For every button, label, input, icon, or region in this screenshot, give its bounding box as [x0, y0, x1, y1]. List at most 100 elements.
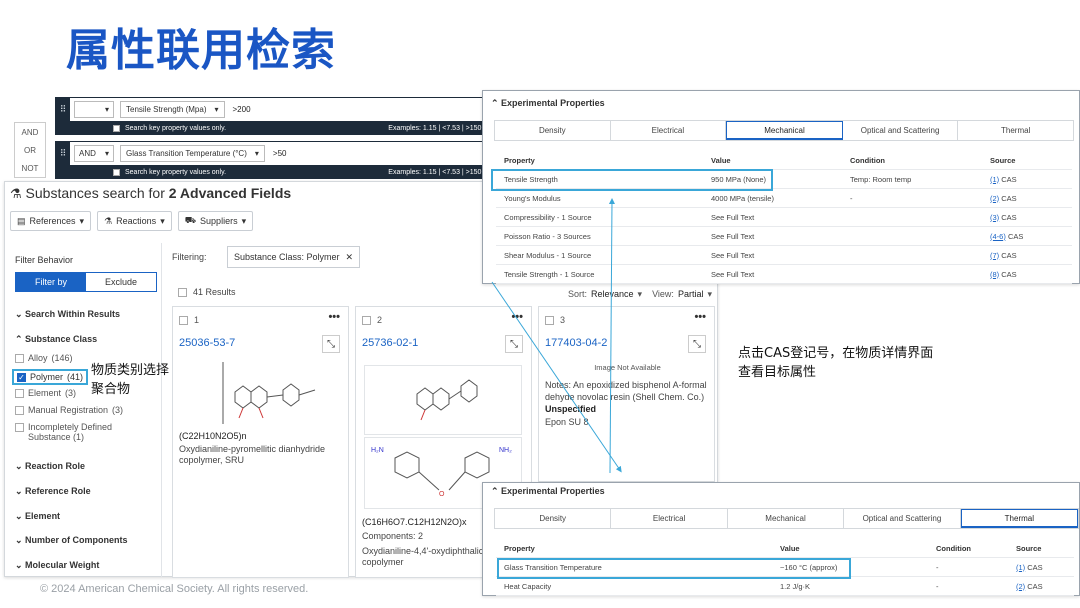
- source-cell: (4-6) CAS: [990, 232, 1023, 241]
- suppliers-button[interactable]: ⛟ Suppliers ▾: [177, 211, 254, 231]
- substance-name: Oxydianiline-pyromellitic dianhydride co…: [179, 444, 326, 465]
- filter-chip[interactable]: Substance Class: Polymer ✕: [227, 246, 361, 268]
- tab-optical[interactable]: Optical and Scattering: [843, 121, 959, 140]
- drag-handle-icon[interactable]: ⠿: [56, 98, 70, 121]
- exclude-button[interactable]: Exclude: [86, 273, 156, 291]
- query-row-1: ⠿ ▾ Tensile Strength (Mpa) ▾ >200: [55, 97, 497, 122]
- checkbox[interactable]: [15, 354, 24, 363]
- value-input-1[interactable]: >200: [233, 105, 251, 114]
- tab-thermal[interactable]: Thermal: [958, 121, 1073, 140]
- source-cell: (1) CAS: [1016, 563, 1043, 572]
- facet-molecular-weight[interactable]: ⌄ Molecular Weight: [15, 560, 99, 571]
- value-cell: See Full Text: [711, 269, 755, 279]
- references-button[interactable]: ▤ References ▾: [10, 211, 92, 231]
- key-values-checkbox-2[interactable]: [113, 169, 120, 176]
- source-link[interactable]: (8): [990, 270, 999, 279]
- operator-select-2[interactable]: AND ▾: [74, 145, 114, 162]
- more-options-icon[interactable]: •••: [328, 311, 340, 323]
- connector-arrow: [491, 281, 622, 473]
- filter-sidebar: Filter Behavior Filter by Exclude ⌄ Sear…: [9, 243, 162, 577]
- query-hint-row-1: Search key property values only. Example…: [55, 122, 497, 135]
- expand-icon[interactable]: ⤡: [322, 335, 340, 353]
- operator-select-1[interactable]: ▾: [74, 101, 114, 118]
- table-row: Shear Modulus - 1 Source See Full Text (7)…: [496, 246, 1072, 265]
- query-hint-row-2: Search key property values only. Example…: [55, 166, 497, 179]
- card-checkbox[interactable]: [179, 316, 188, 325]
- value-input-2[interactable]: >50: [273, 149, 287, 158]
- source-label: CAS: [1001, 269, 1017, 279]
- tab-mechanical[interactable]: Mechanical: [726, 121, 843, 140]
- facet-substance-class[interactable]: ⌃ Substance Class: [15, 334, 97, 345]
- facet-reference-role[interactable]: ⌄ Reference Role: [15, 486, 91, 497]
- logic-or[interactable]: OR: [24, 146, 36, 155]
- source-link[interactable]: (7): [990, 251, 999, 260]
- drag-handle-icon[interactable]: ⠿: [56, 142, 70, 165]
- substances-icon: ⚗: [10, 186, 22, 201]
- cas-link[interactable]: 25036-53-7: [179, 337, 235, 349]
- value-cell: See Full Text: [711, 250, 755, 260]
- option-incompletely-defined[interactable]: Incompletely Defined Substance (1): [15, 422, 135, 442]
- source-link[interactable]: (2): [1016, 582, 1025, 591]
- tab-electrical[interactable]: Electrical: [611, 509, 728, 528]
- chevron-down-icon: ▾: [79, 215, 85, 226]
- filter-behavior-toggle: Filter by Exclude: [15, 272, 157, 292]
- field-select-2[interactable]: Glass Transition Temperature (°C) ▾: [120, 145, 265, 162]
- tab-thermal[interactable]: Thermal: [960, 509, 1079, 528]
- facet-search-within[interactable]: ⌄ Search Within Results: [15, 309, 120, 320]
- chevron-down-icon: ▾: [104, 105, 109, 114]
- more-options-icon[interactable]: •••: [694, 311, 706, 323]
- close-icon[interactable]: ✕: [346, 252, 354, 263]
- facet-element[interactable]: ⌄ Element: [15, 511, 60, 522]
- logic-operator-list[interactable]: AND OR NOT: [14, 122, 46, 178]
- option-alloy[interactable]: Alloy (146): [15, 353, 73, 363]
- source-link[interactable]: (1): [990, 175, 999, 184]
- source-cell: (8) CAS: [990, 270, 1017, 279]
- source-cell: (2) CAS: [1016, 582, 1043, 591]
- facet-reaction-role[interactable]: ⌄ Reaction Role: [15, 461, 85, 472]
- checkbox-checked-icon[interactable]: ✓: [17, 373, 26, 382]
- source-link[interactable]: (3): [990, 213, 999, 222]
- view-select[interactable]: Partial: [678, 289, 704, 300]
- panel-title[interactable]: ⌃ Experimental Properties: [491, 98, 605, 109]
- tab-density[interactable]: Density: [495, 509, 612, 528]
- source-link[interactable]: (4-6): [990, 232, 1006, 241]
- condition-cell: -: [850, 193, 853, 203]
- components-count: Components: 2: [362, 531, 424, 541]
- source-label: CAS: [1001, 212, 1017, 222]
- table-header: Property Value Condition Source: [496, 151, 1072, 170]
- source-link[interactable]: (2): [990, 194, 999, 203]
- callout-cas: 点击CAS登记号，在物质详情界面 查看目标属性: [738, 346, 934, 380]
- logic-not[interactable]: NOT: [22, 164, 39, 173]
- tab-optical[interactable]: Optical and Scattering: [844, 509, 961, 528]
- source-link[interactable]: (1): [1016, 563, 1025, 572]
- card-checkbox[interactable]: [362, 316, 371, 325]
- result-card-1[interactable]: 1 ••• 25036-53-7 ⤡ (C22H10N2O5)n Oxydian…: [172, 306, 349, 578]
- property-tabs: Density Electrical Mechanical Optical an…: [494, 120, 1074, 141]
- checkbox[interactable]: [15, 423, 24, 432]
- highlight-tensile-strength: [491, 169, 773, 191]
- key-values-checkbox-1[interactable]: [113, 125, 120, 132]
- panel-title[interactable]: ⌃ Experimental Properties: [491, 486, 605, 497]
- property-tabs: Density Electrical Mechanical Optical an…: [494, 508, 1079, 529]
- filter-by-button[interactable]: Filter by: [16, 273, 86, 291]
- option-polymer[interactable]: ✓ Polymer (41): [12, 369, 89, 385]
- tab-electrical[interactable]: Electrical: [611, 121, 727, 140]
- expand-icon[interactable]: ⤡: [688, 335, 706, 353]
- logic-and[interactable]: AND: [22, 128, 39, 137]
- reactions-button[interactable]: ⚗ Reactions ▾: [97, 211, 172, 231]
- cas-link[interactable]: 25736-02-1: [362, 337, 418, 349]
- option-manual-registration[interactable]: Manual Registration (3): [15, 405, 123, 415]
- chevron-down-icon: ▾: [241, 215, 247, 226]
- tab-mechanical[interactable]: Mechanical: [728, 509, 845, 528]
- option-element[interactable]: Element (3): [15, 388, 76, 398]
- select-all-checkbox[interactable]: [178, 288, 187, 297]
- tab-density[interactable]: Density: [495, 121, 611, 140]
- checkbox[interactable]: [15, 389, 24, 398]
- table-row: Compressibility - 1 Source See Full Text(…: [496, 208, 1072, 227]
- field-select-1[interactable]: Tensile Strength (Mpa) ▾: [120, 101, 225, 118]
- facet-number-of-components[interactable]: ⌄ Number of Components: [15, 535, 128, 546]
- value-cell: 4000 MPa (tensile): [711, 193, 774, 203]
- source-label: CAS: [1001, 193, 1017, 203]
- results-header: ⚗ Substances search for 2 Advanced Field…: [10, 185, 292, 201]
- checkbox[interactable]: [15, 406, 24, 415]
